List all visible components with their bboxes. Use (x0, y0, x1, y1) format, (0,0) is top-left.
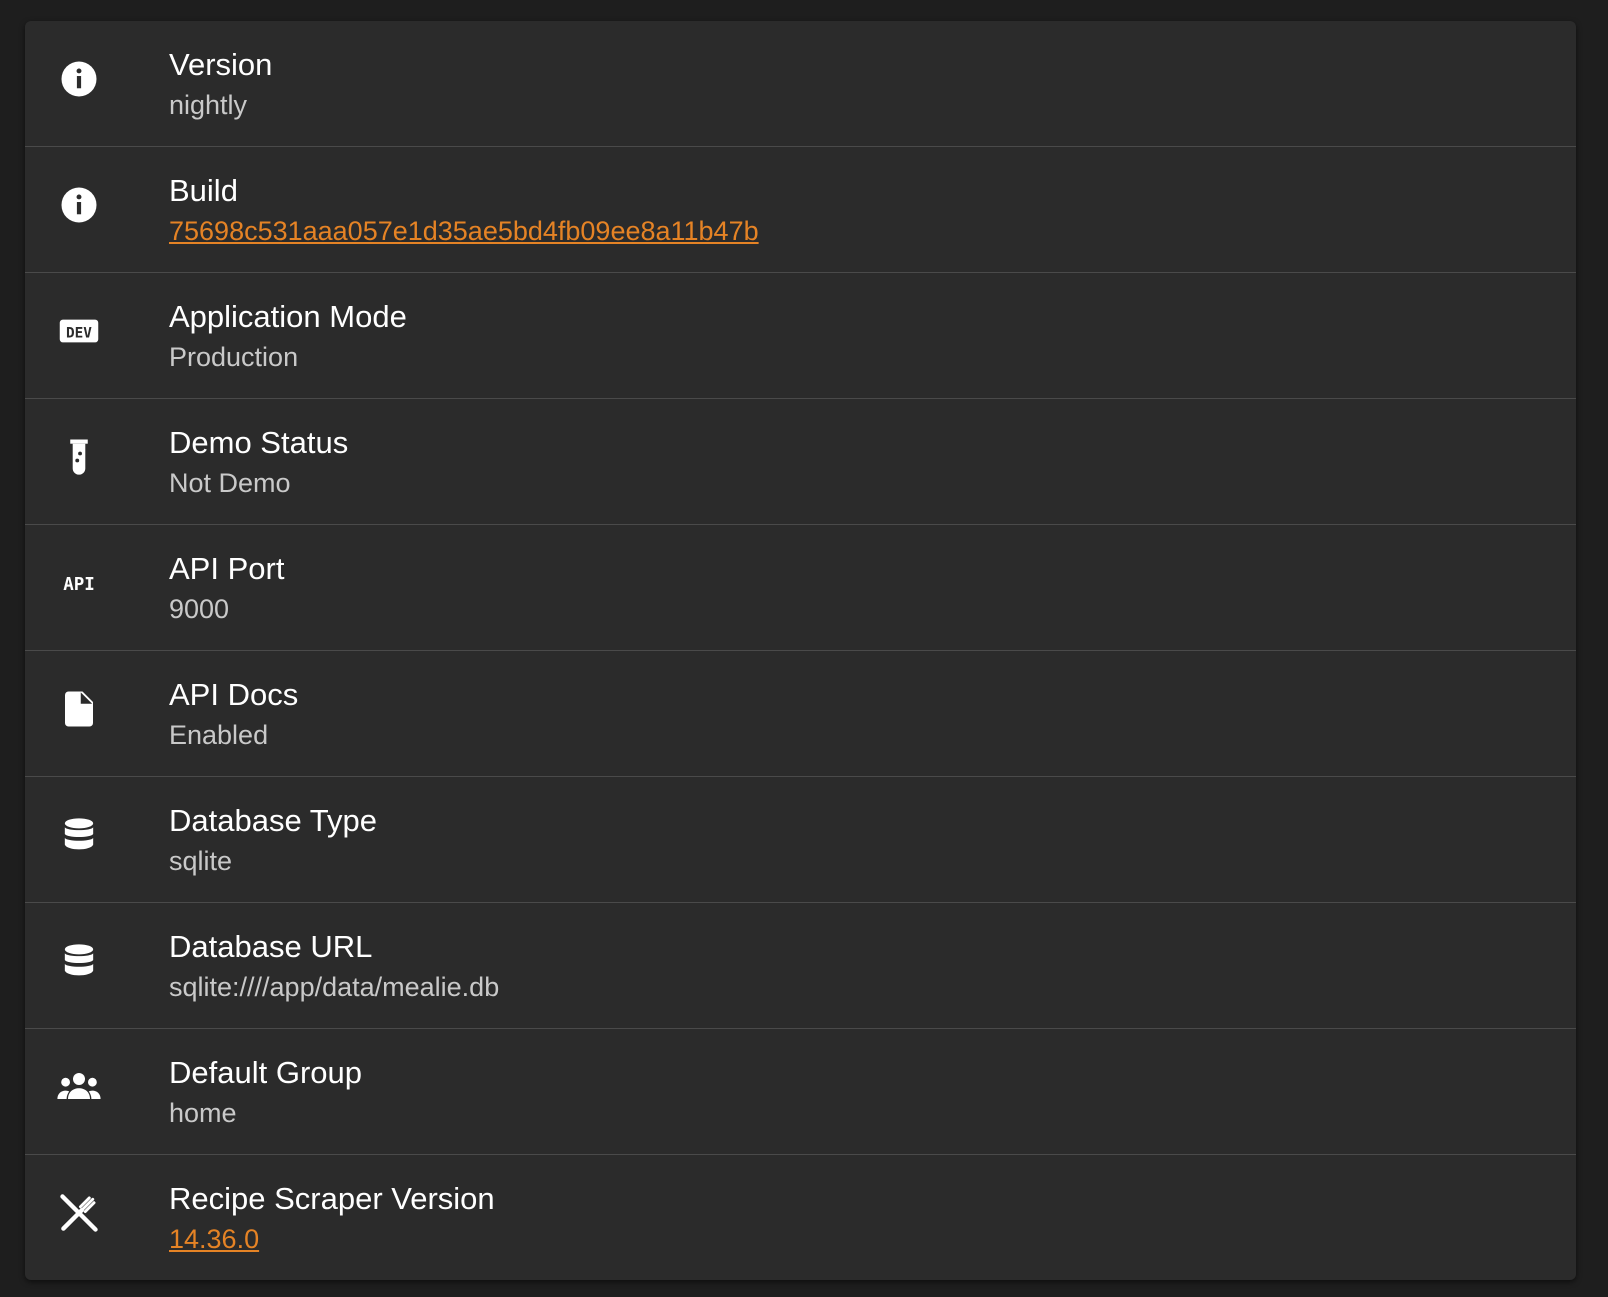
silverware-icon (55, 1189, 103, 1237)
item-title: API Port (169, 551, 285, 586)
svg-text:DEV: DEV (66, 325, 92, 341)
info-icon (55, 55, 103, 103)
list-item-database-type: Database Type sqlite (25, 777, 1576, 903)
list-item-version: Version nightly (25, 21, 1576, 147)
item-value: 9000 (169, 594, 230, 624)
item-value: nightly (169, 90, 248, 120)
build-commit-link[interactable]: 75698c531aaa057e1d35ae5bd4fb09ee8a11b47b (169, 211, 1536, 251)
item-title: API Docs (169, 677, 299, 712)
item-title: Database Type (169, 803, 377, 838)
item-title: Version (169, 47, 273, 82)
item-value: home (169, 1098, 237, 1128)
list-item-api-port: API API Port 9000 (25, 525, 1576, 651)
test-tube-icon (55, 433, 103, 481)
item-title: Recipe Scraper Version (169, 1181, 495, 1216)
item-value: sqlite (169, 846, 233, 876)
file-icon (55, 685, 103, 733)
list-item-application-mode: DEV Application Mode Production (25, 273, 1576, 399)
svg-text:API: API (63, 575, 95, 595)
list-item-api-docs: API Docs Enabled (25, 651, 1576, 777)
item-value: Enabled (169, 720, 269, 750)
dev-icon: DEV (55, 307, 103, 355)
item-value: Production (169, 342, 299, 372)
list-item-demo-status: Demo Status Not Demo (25, 399, 1576, 525)
api-icon: API (55, 559, 103, 607)
item-title: Default Group (169, 1055, 362, 1090)
about-info-card: Version nightly Build 75698c531aaa057e1d… (25, 21, 1576, 1280)
list-item-build: Build 75698c531aaa057e1d35ae5bd4fb09ee8a… (25, 147, 1576, 273)
info-icon (55, 181, 103, 229)
list-item-recipe-scraper-version: Recipe Scraper Version 14.36.0 (25, 1155, 1576, 1280)
item-title: Demo Status (169, 425, 349, 460)
item-title: Application Mode (169, 299, 407, 334)
item-value: sqlite:////app/data/mealie.db (169, 972, 500, 1002)
database-icon (55, 811, 103, 859)
scraper-version-link[interactable]: 14.36.0 (169, 1219, 1536, 1259)
database-icon (55, 937, 103, 985)
item-title: Build (169, 173, 238, 208)
item-value: Not Demo (169, 468, 291, 498)
account-group-icon (55, 1063, 103, 1111)
list-item-default-group: Default Group home (25, 1029, 1576, 1155)
list-item-database-url: Database URL sqlite:////app/data/mealie.… (25, 903, 1576, 1029)
item-title: Database URL (169, 929, 373, 964)
